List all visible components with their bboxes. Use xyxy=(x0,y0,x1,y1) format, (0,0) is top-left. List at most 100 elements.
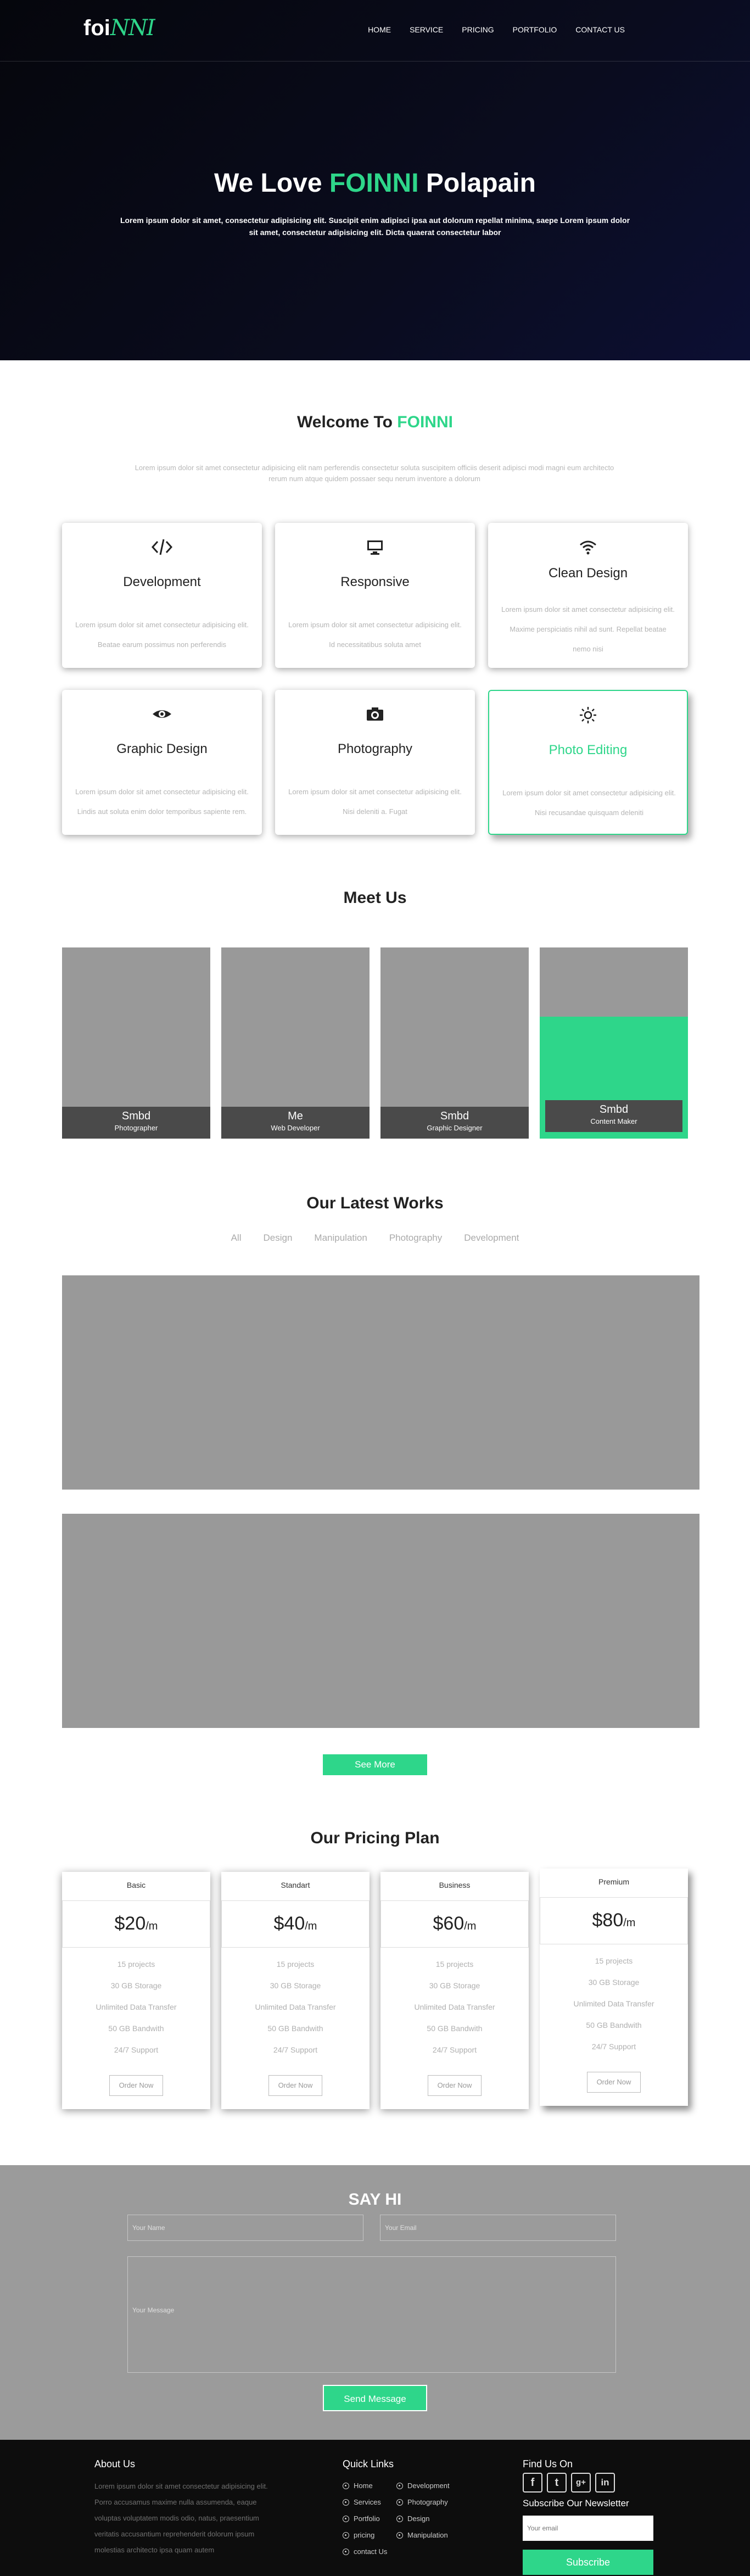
circle-dot-icon xyxy=(396,2499,403,2506)
order-now-button[interactable]: Order Now xyxy=(109,2075,163,2096)
logo[interactable]: foiNNI xyxy=(83,15,155,41)
plan-feature: 50 GB Bandwith xyxy=(586,2021,642,2029)
footer-link-label: pricing xyxy=(354,2531,375,2539)
nav-home[interactable]: HOME xyxy=(368,25,391,34)
member-role: Content Maker xyxy=(590,1117,637,1125)
circle-dot-icon xyxy=(343,2515,349,2522)
wifi-icon xyxy=(488,537,688,557)
service-card-photo-editing[interactable]: Photo Editing Lorem ipsum dolor sit amet… xyxy=(488,690,688,835)
works-title: Our Latest Works xyxy=(306,1194,444,1212)
works-filters: All Design Manipulation Photography Deve… xyxy=(0,1233,750,1244)
plan-price: $80/m xyxy=(540,1897,688,1944)
footer-link-development[interactable]: Development xyxy=(396,2482,450,2490)
nav-service[interactable]: SERVICE xyxy=(410,25,443,34)
order-now-button[interactable]: Order Now xyxy=(268,2075,322,2096)
sun-icon xyxy=(489,705,687,725)
footer-link-home[interactable]: Home xyxy=(343,2482,373,2490)
nav-menu: HOME SERVICE PRICING PORTFOLIO CONTACT U… xyxy=(368,25,625,34)
facebook-icon[interactable]: f xyxy=(523,2473,542,2493)
send-message-button[interactable]: Send Message xyxy=(323,2385,427,2411)
plan-price: $20/m xyxy=(62,1900,210,1948)
service-card-graphic-design[interactable]: Graphic Design Lorem ipsum dolor sit ame… xyxy=(62,690,262,835)
plan-price: $40/m xyxy=(221,1900,370,1948)
work-item[interactable] xyxy=(62,1275,699,1490)
order-now-button[interactable]: Order Now xyxy=(587,2072,641,2093)
email-input[interactable] xyxy=(380,2215,616,2241)
footer-link-label: Photography xyxy=(407,2498,448,2506)
subscribe-button[interactable]: Subscribe xyxy=(523,2550,653,2575)
footer-link-portfolio[interactable]: Portfolio xyxy=(343,2514,380,2523)
google-plus-icon[interactable]: g+ xyxy=(571,2473,591,2493)
service-card-clean-design[interactable]: Clean Design Lorem ipsum dolor sit amet … xyxy=(488,523,688,668)
plan-feature: 24/7 Support xyxy=(114,2045,159,2054)
footer-link-manipulation[interactable]: Manipulation xyxy=(396,2531,448,2539)
filter-manipulation[interactable]: Manipulation xyxy=(314,1233,367,1244)
filter-all[interactable]: All xyxy=(231,1233,242,1244)
service-title: Responsive xyxy=(340,575,410,589)
team-member-card[interactable]: Smbd Graphic Designer xyxy=(380,947,529,1139)
pricing-plan-business: Business $60/m 15 projects 30 GB Storage… xyxy=(380,1872,529,2109)
member-name: Smbd xyxy=(599,1103,629,1116)
team-member-card[interactable]: Me Web Developer xyxy=(221,947,370,1139)
price-unit: /m xyxy=(305,1920,317,1932)
footer-link-contact[interactable]: contact Us xyxy=(343,2547,387,2556)
price-value: $20 xyxy=(114,1913,146,1934)
hero-title-brand: FOINNI xyxy=(329,169,419,198)
plan-feature: 50 GB Bandwith xyxy=(267,2024,323,2033)
filter-development[interactable]: Development xyxy=(464,1233,519,1244)
plan-feature: Unlimited Data Transfer xyxy=(255,2003,336,2011)
footer-link-label: Portfolio xyxy=(354,2514,380,2523)
service-card-responsive[interactable]: Responsive Lorem ipsum dolor sit amet co… xyxy=(275,523,475,668)
team-member-card[interactable]: Smbd Photographer xyxy=(62,947,210,1139)
subscribe-title: Subscribe Our Newsletter xyxy=(523,2498,629,2508)
circle-dot-icon xyxy=(343,2532,349,2539)
plan-name: Premium xyxy=(598,1877,629,1886)
camera-icon xyxy=(275,704,475,724)
filter-design[interactable]: Design xyxy=(264,1233,293,1244)
service-card-photography[interactable]: Photography Lorem ipsum dolor sit amet c… xyxy=(275,690,475,835)
newsletter-email-input[interactable] xyxy=(523,2516,653,2541)
linkedin-icon[interactable]: in xyxy=(595,2473,615,2493)
plan-feature: Unlimited Data Transfer xyxy=(573,1999,654,2008)
member-role: Web Developer xyxy=(271,1124,320,1132)
hero-section: foiNNI HOME SERVICE PRICING PORTFOLIO CO… xyxy=(0,0,750,360)
plan-name: Basic xyxy=(126,1881,146,1889)
footer-link-pricing[interactable]: pricing xyxy=(343,2531,374,2539)
footer-link-label: Services xyxy=(354,2498,381,2506)
team-title: Meet Us xyxy=(343,889,407,907)
monitor-icon xyxy=(275,537,475,557)
filter-photography[interactable]: Photography xyxy=(389,1233,442,1244)
nav-portfolio[interactable]: PORTFOLIO xyxy=(513,25,557,34)
circle-dot-icon xyxy=(343,2482,349,2489)
work-item[interactable] xyxy=(62,1514,699,1728)
name-input[interactable] xyxy=(127,2215,363,2241)
plan-feature: 50 GB Bandwith xyxy=(108,2024,164,2033)
member-caption: Smbd Graphic Designer xyxy=(380,1107,529,1139)
footer-link-label: contact Us xyxy=(354,2547,388,2556)
plan-price: $60/m xyxy=(380,1900,529,1948)
service-text: Lorem ipsum dolor sit amet consectetur a… xyxy=(288,621,462,649)
welcome-title-pre: Welcome To xyxy=(297,413,393,431)
member-name: Me xyxy=(288,1110,303,1122)
service-text: Lorem ipsum dolor sit amet consectetur a… xyxy=(502,789,676,817)
footer-link-label: Design xyxy=(407,2514,430,2523)
pricing-plan-standart: Standart $40/m 15 projects 30 GB Storage… xyxy=(221,1872,370,2109)
code-icon xyxy=(62,537,262,557)
footer-link-photography[interactable]: Photography xyxy=(396,2498,448,2506)
service-title: Clean Design xyxy=(548,566,628,581)
team-member-card-active[interactable]: Smbd Content Maker xyxy=(540,947,688,1139)
nav-contact[interactable]: CONTACT US xyxy=(575,25,625,34)
nav-pricing[interactable]: PRICING xyxy=(462,25,494,34)
price-value: $40 xyxy=(273,1913,305,1934)
footer-link-label: Home xyxy=(354,2482,373,2490)
about-text: Lorem ipsum dolor sit amet consectetur a… xyxy=(94,2482,268,2554)
see-more-button[interactable]: See More xyxy=(323,1754,427,1775)
service-card-development[interactable]: Development Lorem ipsum dolor sit amet c… xyxy=(62,523,262,668)
footer-link-services[interactable]: Services xyxy=(343,2498,381,2506)
order-now-button[interactable]: Order Now xyxy=(428,2075,482,2096)
twitter-icon[interactable]: t xyxy=(547,2473,567,2493)
navbar: foiNNI HOME SERVICE PRICING PORTFOLIO CO… xyxy=(0,0,750,62)
message-input[interactable] xyxy=(127,2256,616,2373)
footer-link-design[interactable]: Design xyxy=(396,2514,429,2523)
hero-title-post: Polapain xyxy=(426,169,536,198)
